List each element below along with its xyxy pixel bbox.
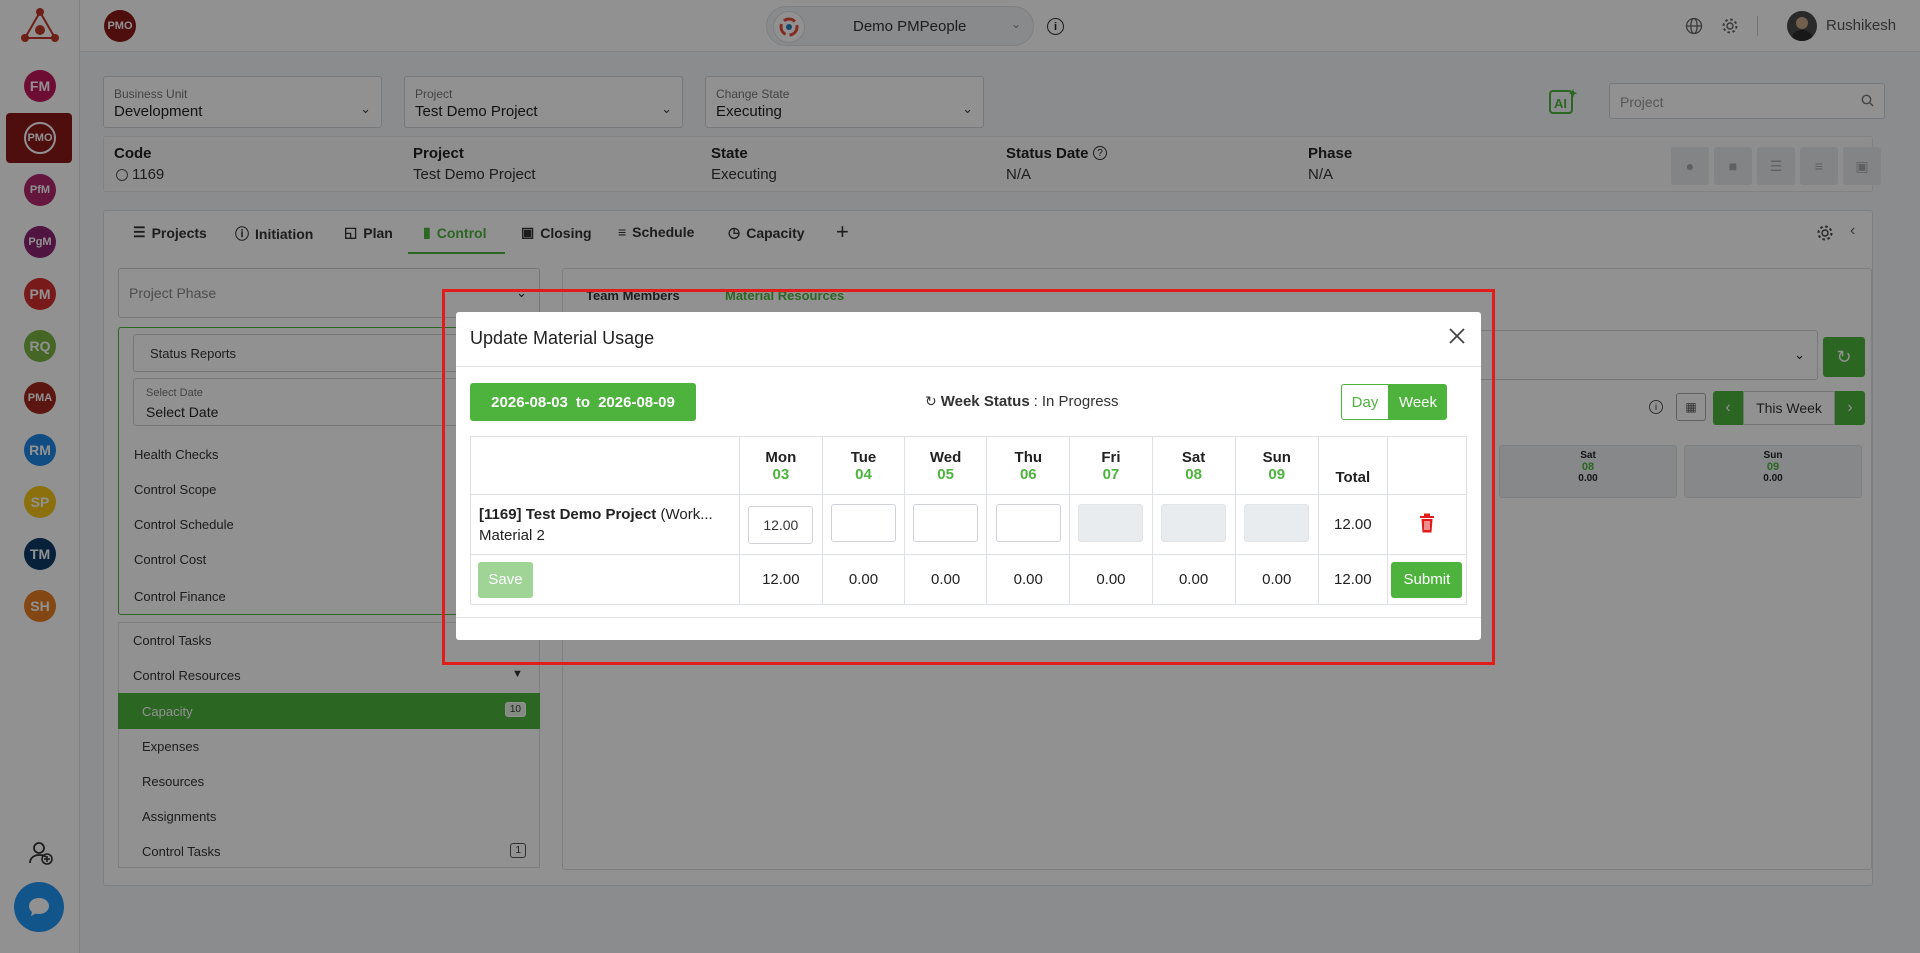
highlight-box <box>442 289 1495 665</box>
